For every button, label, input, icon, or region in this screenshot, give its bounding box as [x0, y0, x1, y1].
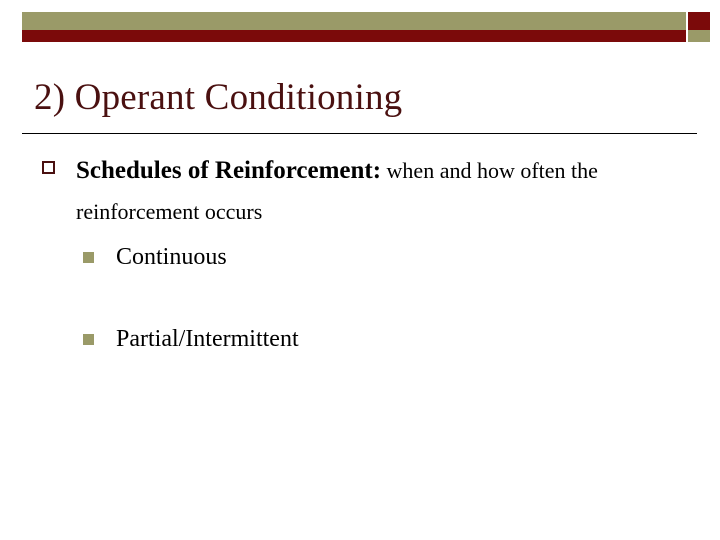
header-olive-bar — [22, 12, 686, 30]
header-accent-olive-block — [688, 30, 710, 42]
list-item: Schedules of Reinforcement: when and how… — [0, 150, 720, 232]
bullet-label-bold: Schedules of Reinforcement: — [76, 157, 382, 184]
slide-body: Schedules of Reinforcement: when and how… — [0, 150, 720, 356]
list-item: Partial/Intermittent — [0, 322, 720, 356]
bullet-text: Partial/Intermittent — [116, 326, 299, 352]
filled-square-bullet-icon — [83, 252, 94, 263]
bullet-text: Schedules of Reinforcement: when and how… — [76, 157, 598, 225]
list-item: Continuous — [0, 240, 720, 274]
header-decoration — [0, 0, 720, 50]
bullet-text: Continuous — [116, 244, 227, 270]
filled-square-bullet-icon — [83, 334, 94, 345]
header-accent-red-block — [688, 12, 710, 30]
hollow-square-bullet-icon — [42, 161, 55, 174]
title-divider — [22, 133, 697, 134]
header-red-bar — [22, 30, 686, 42]
page-title: 2) Operant Conditioning — [34, 77, 403, 118]
